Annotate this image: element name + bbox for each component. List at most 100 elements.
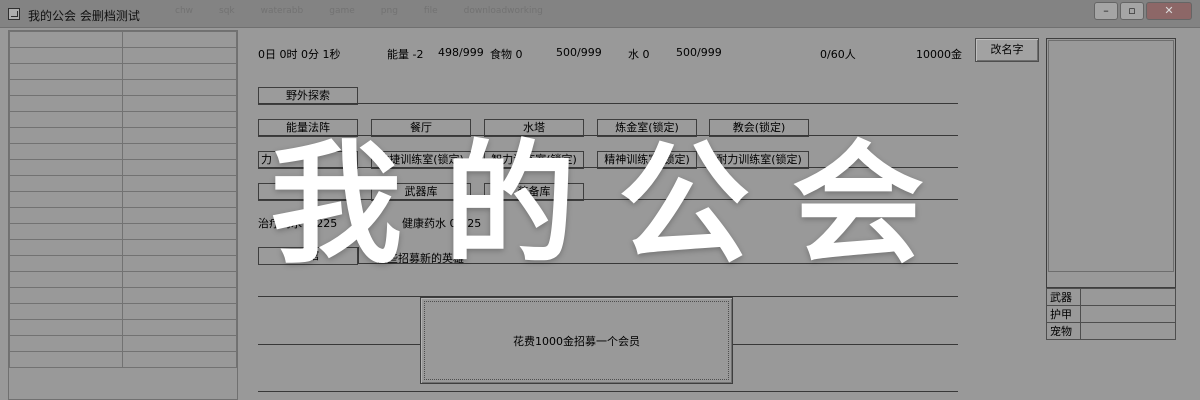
- equipment-slot-value[interactable]: [1080, 288, 1176, 306]
- equipment-slot-value[interactable]: [1080, 322, 1176, 340]
- equipment-slot-label: 护甲: [1046, 305, 1081, 323]
- member-cell[interactable]: [122, 207, 237, 224]
- member-cell[interactable]: [9, 351, 123, 368]
- member-cell[interactable]: [122, 47, 237, 64]
- member-cell[interactable]: [9, 287, 123, 304]
- member-cell[interactable]: [9, 319, 123, 336]
- member-cell[interactable]: [122, 223, 237, 240]
- member-cell[interactable]: [9, 239, 123, 256]
- member-cell[interactable]: [9, 303, 123, 320]
- member-cell[interactable]: [122, 351, 237, 368]
- game-time: 0日 0时 0分 1秒: [258, 48, 341, 61]
- member-row[interactable]: [9, 207, 237, 224]
- equipment-slot-label: 武器: [1046, 288, 1081, 306]
- member-cell[interactable]: [9, 47, 123, 64]
- member-cell[interactable]: [122, 303, 237, 320]
- member-cell[interactable]: [9, 271, 123, 288]
- food-label: 食物 0: [490, 48, 523, 61]
- member-cell[interactable]: [9, 143, 123, 160]
- member-row[interactable]: [9, 127, 237, 144]
- member-cell[interactable]: [122, 143, 237, 160]
- equipment-row[interactable]: 武器: [1046, 288, 1176, 306]
- member-cell[interactable]: [9, 63, 123, 80]
- window-title: 我的公会 会删档测试: [28, 9, 140, 23]
- hero-portrait-panel: [1046, 38, 1176, 288]
- member-cell[interactable]: [122, 63, 237, 80]
- member-cell[interactable]: [122, 31, 237, 48]
- member-count: 0/60人: [820, 48, 856, 61]
- member-row[interactable]: [9, 111, 237, 128]
- member-cell[interactable]: [9, 175, 123, 192]
- equipment-row[interactable]: 护甲: [1046, 305, 1176, 323]
- member-cell[interactable]: [9, 207, 123, 224]
- background-tab: sqk: [219, 6, 235, 16]
- member-cell[interactable]: [9, 223, 123, 240]
- member-cell[interactable]: [122, 159, 237, 176]
- member-row[interactable]: [9, 287, 237, 304]
- member-cell[interactable]: [122, 111, 237, 128]
- overlay-title: 我的公会: [270, 128, 966, 282]
- member-row[interactable]: [9, 351, 237, 368]
- member-row[interactable]: [9, 239, 237, 256]
- background-tab: file: [423, 6, 438, 16]
- member-cell[interactable]: [122, 175, 237, 192]
- member-cell[interactable]: [9, 31, 123, 48]
- equipment-slot-value[interactable]: [1080, 305, 1176, 323]
- rename-button[interactable]: 改名字: [975, 38, 1039, 62]
- member-row[interactable]: [9, 335, 237, 352]
- member-cell[interactable]: [9, 255, 123, 272]
- member-row[interactable]: [9, 175, 237, 192]
- section-divider: [258, 391, 958, 392]
- app-icon: [8, 8, 20, 20]
- member-row[interactable]: [9, 31, 237, 48]
- gold-amount: 10000金: [916, 48, 962, 61]
- energy-label: 能量 -2: [387, 48, 424, 61]
- member-cell[interactable]: [122, 95, 237, 112]
- member-cell[interactable]: [122, 239, 237, 256]
- member-cell[interactable]: [9, 127, 123, 144]
- energy-value: 498/999: [438, 46, 484, 59]
- member-row[interactable]: [9, 191, 237, 208]
- background-tab: chw: [175, 6, 194, 16]
- member-row[interactable]: [9, 159, 237, 176]
- member-cell[interactable]: [122, 319, 237, 336]
- member-row[interactable]: [9, 303, 237, 320]
- member-cell[interactable]: [122, 271, 237, 288]
- member-cell[interactable]: [9, 95, 123, 112]
- title-bar[interactable]: 我的公会 会删档测试 chw sqk waterabb game png fil…: [0, 0, 1200, 28]
- member-cell[interactable]: [122, 287, 237, 304]
- member-row[interactable]: [9, 271, 237, 288]
- member-row[interactable]: [9, 255, 237, 272]
- member-table: [9, 31, 237, 368]
- equipment-table: 武器 护甲 宠物: [1046, 288, 1176, 340]
- background-tab: png: [380, 6, 398, 16]
- section-divider: [258, 344, 420, 345]
- member-row[interactable]: [9, 319, 237, 336]
- member-list-grid[interactable]: [8, 30, 238, 400]
- maximize-button[interactable]: ▫: [1120, 2, 1144, 20]
- recruit-button-label: 花费1000金招募一个会员: [424, 301, 729, 380]
- member-row[interactable]: [9, 79, 237, 96]
- member-cell[interactable]: [9, 191, 123, 208]
- member-row[interactable]: [9, 47, 237, 64]
- member-cell[interactable]: [122, 79, 237, 96]
- equipment-slot-label: 宠物: [1046, 322, 1081, 340]
- member-cell[interactable]: [122, 255, 237, 272]
- member-cell[interactable]: [9, 159, 123, 176]
- member-row[interactable]: [9, 223, 237, 240]
- background-tab: game: [329, 6, 355, 16]
- close-button[interactable]: ✕: [1146, 2, 1192, 20]
- member-cell[interactable]: [122, 335, 237, 352]
- member-cell[interactable]: [9, 79, 123, 96]
- member-row[interactable]: [9, 95, 237, 112]
- member-row[interactable]: [9, 143, 237, 160]
- member-cell[interactable]: [9, 111, 123, 128]
- equipment-row[interactable]: 宠物: [1046, 322, 1176, 340]
- row-divider: [258, 103, 958, 104]
- member-row[interactable]: [9, 63, 237, 80]
- minimize-button[interactable]: –: [1094, 2, 1118, 20]
- member-cell[interactable]: [9, 335, 123, 352]
- member-cell[interactable]: [122, 127, 237, 144]
- member-cell[interactable]: [122, 191, 237, 208]
- recruit-member-button[interactable]: 花费1000金招募一个会员: [420, 297, 733, 384]
